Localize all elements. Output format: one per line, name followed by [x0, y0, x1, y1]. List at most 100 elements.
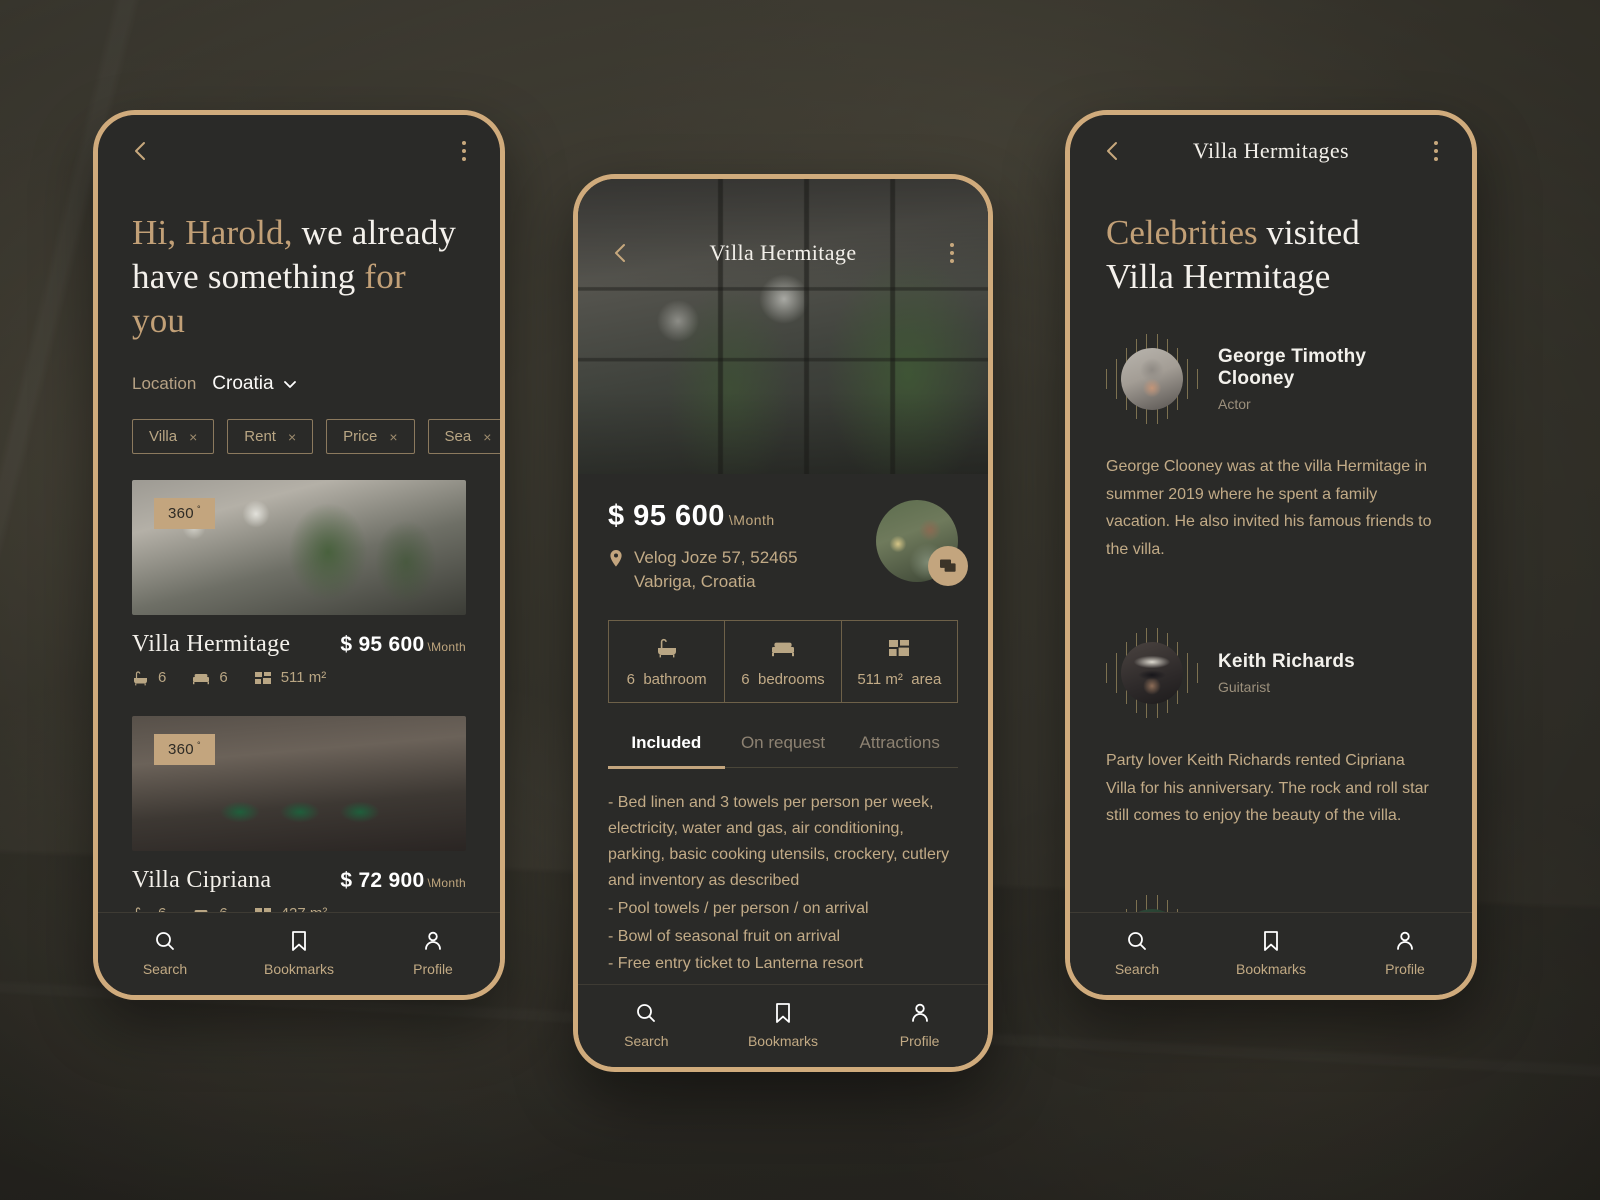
- heading-part-3: Villa Hermitage: [1106, 257, 1331, 297]
- screen-property-detail: Villa Hermitage $ 95 600 \Month Velog Joz…: [578, 179, 988, 1067]
- tab-on-request[interactable]: On request: [725, 733, 842, 767]
- greeting-text-1: we already: [292, 213, 457, 252]
- property-title: Villa Cipriana: [132, 867, 272, 894]
- phone2-topbar: Villa Hermitage: [578, 179, 988, 267]
- chip-label: Villa: [149, 428, 178, 446]
- bookmark-icon: [1264, 931, 1278, 951]
- meta-bathrooms-value: 6: [158, 669, 167, 687]
- chip-remove-icon[interactable]: ×: [189, 429, 197, 445]
- feature-area: 511 m² area: [840, 621, 957, 703]
- avatar-decorated: [1106, 627, 1198, 719]
- property-meta-row: 6 6 511 m²: [132, 669, 466, 686]
- nav-item-search[interactable]: Search: [579, 1001, 714, 1049]
- badge-360-value: 360: [168, 505, 194, 523]
- feature-bedrooms: 6 bedrooms: [724, 621, 840, 703]
- property-price-period: \Month: [427, 640, 466, 655]
- greeting-heading: Hi, Harold, we already have something fo…: [98, 165, 500, 343]
- filter-chip[interactable]: Villa ×: [132, 419, 215, 455]
- back-chevron-icon[interactable]: [608, 240, 634, 266]
- nav-item-search[interactable]: Search: [1071, 929, 1204, 977]
- celebrity-row-branson[interactable]: Sir Richard Branson Founder of Virgin Gr…: [1106, 860, 1436, 912]
- nav-label-bookmarks: Bookmarks: [263, 961, 335, 977]
- phone-celebrities: Villa Hermitages Celebrities visited Vil…: [1065, 110, 1477, 1000]
- kebab-menu-icon[interactable]: [1430, 137, 1442, 165]
- avatar: [1121, 642, 1183, 705]
- search-icon: [156, 932, 174, 950]
- price-address-block: $ 95 600 \Month Velog Joze 57, 52465 Vabr…: [608, 500, 798, 594]
- agent-block[interactable]: [876, 500, 968, 586]
- feature-bedrooms-value: 6: [741, 671, 750, 689]
- chip-remove-icon[interactable]: ×: [288, 429, 296, 445]
- nav-item-bookmarks[interactable]: Bookmarks: [715, 1001, 850, 1049]
- greeting-name: Hi, Harold,: [132, 213, 293, 252]
- avatar-decorated: [1106, 333, 1198, 425]
- property-title-row: Villa Hermitage $ 95 600 \Month: [132, 631, 466, 658]
- property-card[interactable]: 360° Villa Hermitage $ 95 600\Month 6: [132, 480, 466, 686]
- floorplan-icon: [254, 671, 271, 684]
- meta-bathrooms-value: 6: [158, 905, 166, 912]
- detail-address-lines: Velog Joze 57, 52465 Vabriga, Croatia: [634, 546, 798, 594]
- meta-bedrooms: 6: [192, 905, 228, 912]
- phone1-topbar: [98, 115, 500, 165]
- property-meta-row: 6 6 427 m²: [132, 905, 466, 912]
- phone3-topbar: Villa Hermitages: [1070, 115, 1472, 165]
- meta-bedrooms-value: 6: [219, 669, 228, 687]
- nav-item-search[interactable]: Search: [99, 929, 232, 977]
- celebrity-info: Keith Richards Guitarist: [1218, 651, 1355, 695]
- meta-area-value: 511 m²: [280, 669, 327, 687]
- feature-box-row: 6 bathroom 6 bedrooms 511 m² area: [608, 620, 958, 704]
- badge-360[interactable]: 360 °: [154, 734, 215, 766]
- detail-tabs[interactable]: Included On request Attractions: [608, 733, 958, 767]
- filter-chip[interactable]: Rent ×: [227, 419, 314, 455]
- feature-bathroom: 6 bathroom: [609, 621, 724, 702]
- property-price-period: \Month: [427, 876, 466, 891]
- celebrity-row-clooney[interactable]: George Timothy Clooney Actor: [1106, 299, 1436, 425]
- phone2-content: $ 95 600 \Month Velog Joze 57, 52465 Vabr…: [578, 474, 988, 984]
- floorplan-icon: [846, 635, 953, 661]
- nav-item-bookmarks[interactable]: Bookmarks: [233, 929, 366, 977]
- badge-360-unit: °: [196, 504, 201, 515]
- chip-remove-icon[interactable]: ×: [389, 429, 397, 445]
- property-card[interactable]: 360° Villa Cipriana $ 72 900\Month 6: [132, 716, 466, 912]
- location-selector[interactable]: Location Croatia: [98, 343, 500, 395]
- kebab-menu-icon[interactable]: [946, 239, 958, 267]
- phone1-content: Hi, Harold, we already have something fo…: [98, 165, 500, 912]
- nav-item-bookmarks[interactable]: Bookmarks: [1205, 929, 1338, 977]
- filter-chip-row[interactable]: Villa× Rent× Price× Sea× Luxu: [98, 395, 500, 455]
- filter-chip[interactable]: Price ×: [326, 419, 415, 455]
- tab-included[interactable]: Included: [608, 733, 725, 767]
- back-chevron-icon[interactable]: [128, 138, 154, 164]
- kebab-menu-icon[interactable]: [458, 137, 470, 165]
- nav-label-search: Search: [624, 1033, 669, 1049]
- nav-item-profile[interactable]: Profile: [367, 929, 500, 977]
- bookmark-icon: [776, 1003, 790, 1023]
- location-value[interactable]: Croatia: [212, 373, 297, 395]
- chat-button[interactable]: [928, 546, 968, 586]
- filter-chip[interactable]: Sea ×: [427, 419, 500, 455]
- tab-attractions[interactable]: Attractions: [841, 733, 958, 767]
- chip-remove-icon[interactable]: ×: [483, 429, 491, 445]
- feature-bedrooms-text: bedrooms: [757, 671, 825, 689]
- bookmark-icon: [292, 931, 306, 951]
- nav-label-profile: Profile: [899, 1033, 940, 1049]
- bathtub-icon: [134, 671, 147, 686]
- back-chevron-icon[interactable]: [1100, 138, 1126, 164]
- phone3-title: Villa Hermitages: [1193, 138, 1349, 163]
- celebrity-row-richards[interactable]: Keith Richards Guitarist: [1106, 593, 1436, 719]
- phone3-bottom-nav: Search Bookmarks Profile: [1070, 912, 1472, 995]
- meta-area-value: 427 m²: [281, 905, 328, 912]
- nav-label-profile: Profile: [413, 961, 453, 977]
- nav-item-profile[interactable]: Profile: [1339, 929, 1472, 977]
- included-item: - Pool towels / per person / on arrival: [608, 899, 869, 917]
- badge-360[interactable]: 360 °: [154, 498, 215, 530]
- chip-label: Price: [343, 428, 378, 446]
- hero-photo-villa-hermitage[interactable]: Villa Hermitage: [578, 179, 988, 474]
- nav-item-profile[interactable]: Profile: [852, 1001, 987, 1049]
- avatar: [1121, 348, 1183, 411]
- feature-bathroom-label: 6 bathroom: [613, 671, 720, 688]
- property-price: $ 72 900 \Month: [340, 869, 466, 893]
- property-photo-villa-cipriana[interactable]: 360 °: [132, 716, 466, 852]
- chip-label: Rent: [244, 428, 276, 446]
- phone2-bottom-nav: Search Bookmarks Profile: [578, 984, 988, 1067]
- property-photo-villa-hermitage[interactable]: 360 °: [132, 480, 466, 616]
